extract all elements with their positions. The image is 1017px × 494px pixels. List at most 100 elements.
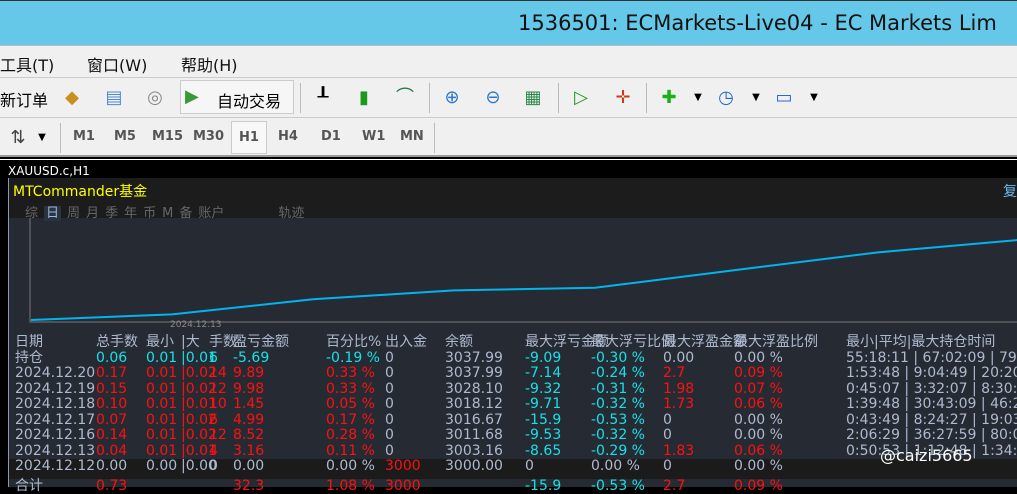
cell-8: 3037.99 xyxy=(445,351,503,367)
auto-trading-label: 自动交易 xyxy=(217,88,281,112)
periods-clock-icon[interactable]: ◷ xyxy=(714,86,738,110)
cell-11: 0 xyxy=(663,413,672,429)
cell-1: 0.06 xyxy=(96,351,127,367)
menu-help[interactable]: 帮助(H) xyxy=(181,52,238,76)
cell-0: 2024.12.19 xyxy=(15,382,95,398)
cell-6: 百分比% xyxy=(326,335,381,351)
cell-8: 3000.00 xyxy=(445,459,503,475)
timeframe-d1[interactable]: D1 xyxy=(321,129,341,144)
total-row: 合计0.7332.31.08 %3000-15.9-0.53 %2.70.09 … xyxy=(9,479,1017,494)
timeframe-w1[interactable]: W1 xyxy=(362,129,385,144)
templates-icon[interactable]: ▭ xyxy=(772,86,796,110)
table-row: 2024.12.180.100.01|0.01101.450.05 %03018… xyxy=(9,397,1017,413)
cell-10: -0.31 % xyxy=(591,382,645,398)
cell-2: 0.01 xyxy=(146,351,177,367)
drawing-tools-icon[interactable]: ⇅ xyxy=(6,126,30,150)
chevron-down-icon[interactable]: ▼ xyxy=(30,126,54,150)
cell-8: 3037.99 xyxy=(445,366,503,382)
timeframe-mn[interactable]: MN xyxy=(400,129,424,144)
signal-icon[interactable]: ◎ xyxy=(143,86,167,110)
cell-11: 0 xyxy=(663,428,672,444)
cell-1: 0.00 xyxy=(96,459,127,475)
cell-12: 最大浮盈比例 xyxy=(734,335,818,351)
cell-0: 2024.12.18 xyxy=(15,397,95,413)
cell-8: 3018.12 xyxy=(445,397,503,413)
cell-7: 0 xyxy=(385,444,394,460)
autoscroll-icon[interactable]: ✛ xyxy=(611,86,635,110)
timeframe-m5[interactable]: M5 xyxy=(114,129,136,144)
cell-7: 出入金 xyxy=(385,335,427,351)
timeframe-m15[interactable]: M15 xyxy=(152,129,183,144)
cell-0: 2024.12.12 xyxy=(15,459,95,475)
cell-12: 0.00 % xyxy=(734,413,783,429)
cell-5: 0.00 xyxy=(233,459,264,475)
chart-shift-icon[interactable]: ▷ xyxy=(569,86,593,110)
cell-12: 0.00 % xyxy=(734,459,783,475)
table-row: 2024.12.190.150.01|0.02129.980.33 %03028… xyxy=(9,382,1017,398)
cell-4: 12 xyxy=(209,428,227,444)
data-window-icon[interactable]: ▤ xyxy=(102,86,126,110)
cell-9: -9.09 xyxy=(525,351,561,367)
indicators-icon[interactable]: ✚ xyxy=(657,86,681,110)
cell-8: 余额 xyxy=(445,335,473,351)
cell-1: 0.15 xyxy=(96,382,127,398)
cell-11: 1.73 xyxy=(663,397,694,413)
table-row: 2024.12.130.040.01|0.0143.160.11 %03003.… xyxy=(9,444,1017,460)
bar-chart-icon[interactable]: ┸ xyxy=(311,86,335,110)
new-order-button[interactable]: 新订单 xyxy=(0,87,48,111)
timeframe-m30[interactable]: M30 xyxy=(193,129,224,144)
market-watch-icon[interactable]: ◆ xyxy=(60,86,84,110)
timeframe-h1[interactable]: H1 xyxy=(231,121,267,154)
cell-2: 最小 xyxy=(146,335,174,351)
cell-9: -9.71 xyxy=(525,397,561,413)
menu-window[interactable]: 窗口(W) xyxy=(87,52,147,76)
cell-10: 0.00 % xyxy=(591,459,640,475)
chart-symbol: XAUUSD.c,H1 xyxy=(8,164,90,178)
cell-2: 0.01 xyxy=(146,397,177,413)
cell-9: -15.9 xyxy=(525,413,561,429)
chevron-down-icon[interactable]: ▼ xyxy=(686,86,710,110)
timeframe-m1[interactable]: M1 xyxy=(73,129,95,144)
line-chart-icon[interactable]: ⌒ xyxy=(393,86,417,110)
zoom-out-icon[interactable]: ⊖ xyxy=(481,86,505,110)
cell-10: -0.29 % xyxy=(591,444,645,460)
zoom-in-icon[interactable]: ⊕ xyxy=(440,86,464,110)
auto-trading-button[interactable]: ▶ 自动交易 xyxy=(180,80,294,114)
cell-6: 0.28 % xyxy=(326,428,375,444)
cell-13: 1:53:48 | 9:04:49 | 20:20: xyxy=(846,366,1017,382)
tile-windows-icon[interactable]: ▦ xyxy=(521,86,545,110)
cell-10: -0.32 % xyxy=(591,397,645,413)
stats-panel: MTCommander基金 复 综日周月季年币M备账户轨迹 2024.12.13… xyxy=(8,178,1017,487)
cell-1: 0.14 xyxy=(96,428,127,444)
cell-1: 0.17 xyxy=(96,366,127,382)
candlestick-icon[interactable]: ▮ xyxy=(352,86,376,110)
panel-right-label[interactable]: 复 xyxy=(1003,181,1017,201)
cell-6: 0.11 % xyxy=(326,444,375,460)
cell-10: -0.32 % xyxy=(591,428,645,444)
cell-8: 3003.16 xyxy=(445,444,503,460)
cell-13: 55:18:11 | 67:02:09 | 79:2 xyxy=(846,351,1017,367)
cell-12: 0.09 % xyxy=(734,479,783,494)
cell-5: 32.3 xyxy=(233,479,264,494)
cell-0: 2024.12.16 xyxy=(15,428,95,444)
timeframe-h4[interactable]: H4 xyxy=(278,129,298,144)
table-header: 日期总手数最小|大手数盈亏金额百分比%出入金余额最大浮亏金额最大浮亏比例最大浮盈… xyxy=(9,335,1017,351)
cell-11: 0 xyxy=(663,459,672,475)
chevron-down-icon[interactable]: ▼ xyxy=(802,86,826,110)
cell-2: 0.01 xyxy=(146,444,177,460)
cell-7: 0 xyxy=(385,351,394,367)
cell-6: 0.00 % xyxy=(326,459,375,475)
cell-13: 最小|平均|最大持仓时间 xyxy=(846,335,995,351)
chevron-down-icon[interactable]: ▼ xyxy=(744,86,768,110)
cell-5: 8.52 xyxy=(233,428,264,444)
auto-trading-icon: ▶ xyxy=(185,86,199,107)
cell-2: 0.01 xyxy=(146,382,177,398)
cell-3: |大 xyxy=(181,335,200,351)
cell-8: 3016.67 xyxy=(445,413,503,429)
cell-9: -9.32 xyxy=(525,382,561,398)
cell-1: 0.73 xyxy=(96,479,127,494)
menu-tools[interactable]: 工具(T) xyxy=(0,52,54,76)
cell-0: 2024.12.20 xyxy=(15,366,95,382)
cell-7: 0 xyxy=(385,428,394,444)
cell-12: 0.09 % xyxy=(734,366,783,382)
